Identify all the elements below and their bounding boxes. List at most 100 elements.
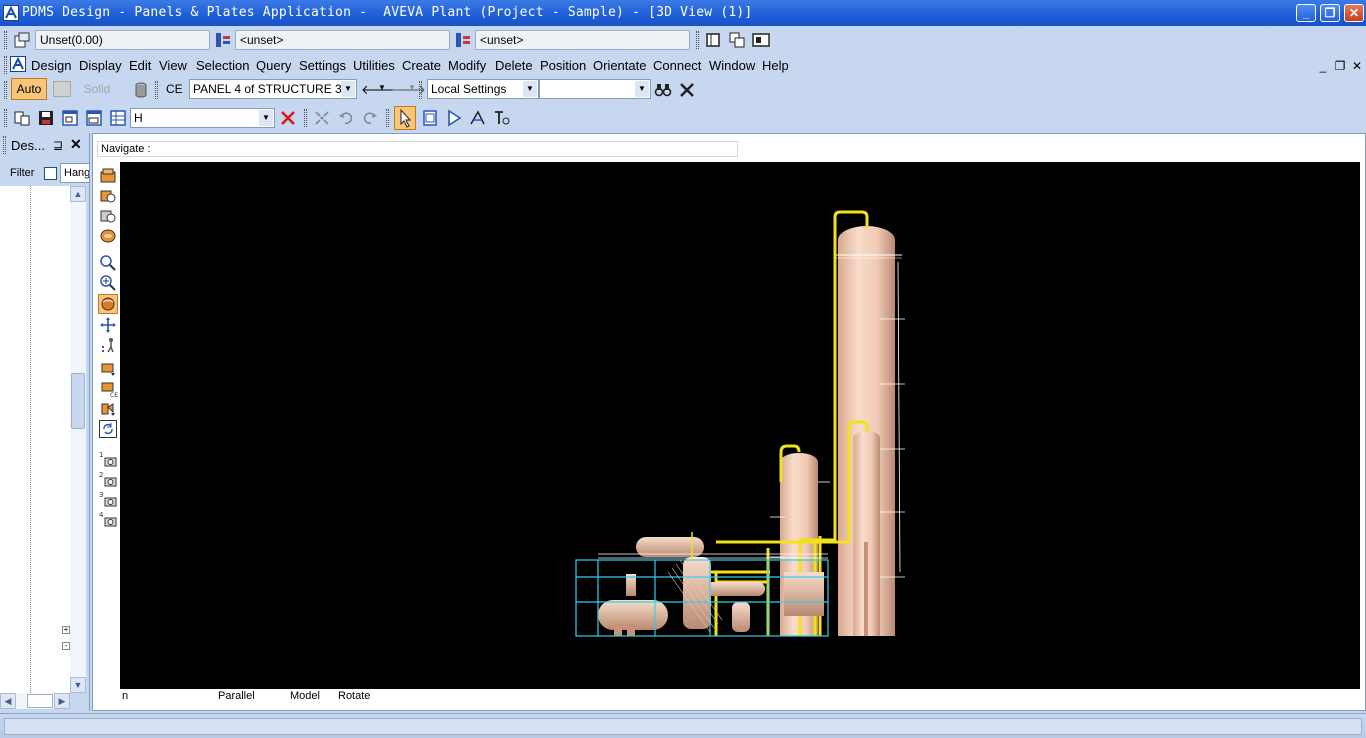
- toolbar-grip[interactable]: [419, 81, 422, 99]
- saved-view-3-icon[interactable]: 3: [98, 490, 118, 508]
- explode-icon[interactable]: [312, 108, 332, 128]
- units-icon[interactable]: [12, 30, 32, 50]
- close-button[interactable]: ✕: [1344, 4, 1364, 22]
- measure-icon[interactable]: [468, 108, 488, 128]
- tree-expand-icon[interactable]: +: [62, 626, 70, 634]
- tree-horizontal-scrollbar[interactable]: ◀ ▶: [0, 693, 70, 709]
- toolbar-grip[interactable]: [696, 31, 699, 49]
- ref-icon-2[interactable]: [453, 30, 473, 50]
- add-ce-icon[interactable]: [98, 360, 118, 378]
- menu-selection[interactable]: Selection: [196, 58, 249, 73]
- navigate-field[interactable]: Navigate :: [97, 141, 738, 157]
- mdi-close-button[interactable]: ✕: [1350, 59, 1364, 73]
- filter-checkbox[interactable]: [44, 167, 57, 180]
- scroll-thumb[interactable]: [71, 373, 85, 429]
- chevron-down-icon[interactable]: ▼: [523, 81, 537, 97]
- undo-icon[interactable]: [336, 108, 356, 128]
- window-icon[interactable]: [60, 108, 80, 128]
- scroll-left-icon[interactable]: ◀: [0, 693, 16, 709]
- restore-button[interactable]: ❐: [1320, 4, 1340, 22]
- zoom-limits-icon[interactable]: [98, 187, 118, 205]
- scroll-down-icon[interactable]: ▼: [70, 677, 86, 693]
- panel-grip[interactable]: [3, 136, 6, 154]
- local-settings-combo[interactable]: Local Settings ▼: [427, 79, 539, 99]
- window-2-icon[interactable]: [84, 108, 104, 128]
- ref-field-2[interactable]: <unset>: [475, 30, 690, 50]
- menu-display[interactable]: Display: [79, 58, 122, 73]
- view-limits-icon[interactable]: [98, 167, 118, 185]
- mdi-minimize-button[interactable]: _: [1316, 59, 1330, 73]
- clear-icon[interactable]: [677, 80, 697, 100]
- menu-window[interactable]: Window: [709, 58, 755, 73]
- menu-edit[interactable]: Edit: [129, 58, 151, 73]
- menu-orientate[interactable]: Orientate: [593, 58, 646, 73]
- minimize-button[interactable]: _: [1296, 4, 1316, 22]
- scroll-up-icon[interactable]: ▲: [70, 186, 86, 202]
- zoom-in-icon[interactable]: [98, 274, 118, 292]
- menu-create[interactable]: Create: [402, 58, 441, 73]
- menu-utilities[interactable]: Utilities: [353, 58, 395, 73]
- menu-modify[interactable]: Modify: [448, 58, 486, 73]
- chevron-down-icon[interactable]: ▼: [635, 81, 649, 97]
- tree-collapse-icon[interactable]: -: [62, 642, 70, 650]
- select-pointer-icon[interactable]: [394, 106, 416, 130]
- units-field[interactable]: Unset(0.00): [35, 30, 210, 50]
- menu-view[interactable]: View: [159, 58, 187, 73]
- save-view-icon[interactable]: [703, 30, 723, 50]
- back-dropdown-icon[interactable]: ▼: [378, 83, 386, 92]
- view-object-icon[interactable]: [98, 227, 118, 245]
- pan-icon[interactable]: [98, 316, 118, 334]
- refresh-icon[interactable]: [99, 420, 117, 438]
- hang-dropdown[interactable]: Hang: [60, 163, 90, 183]
- play-icon[interactable]: [444, 108, 464, 128]
- ref-icon[interactable]: [213, 30, 233, 50]
- chevron-down-icon[interactable]: ▼: [341, 81, 355, 97]
- toolbar-grip[interactable]: [155, 81, 158, 99]
- cylinder-icon[interactable]: [131, 80, 151, 100]
- chevron-down-icon[interactable]: ▼: [259, 110, 273, 126]
- menu-query[interactable]: Query: [256, 58, 291, 73]
- name-combo[interactable]: H ▼: [130, 108, 275, 128]
- film-icon[interactable]: [420, 108, 440, 128]
- saved-view-4-icon[interactable]: 4: [98, 510, 118, 528]
- pin-icon[interactable]: ⊒: [53, 138, 63, 152]
- menu-grip[interactable]: [4, 56, 7, 74]
- saved-view-2-icon[interactable]: 2: [98, 470, 118, 488]
- toolbar-grip[interactable]: [386, 109, 389, 127]
- remove-ce-icon[interactable]: CE: [98, 380, 118, 398]
- saved-view-1-icon[interactable]: 1: [98, 450, 118, 468]
- menu-delete[interactable]: Delete: [495, 58, 533, 73]
- menu-connect[interactable]: Connect: [653, 58, 701, 73]
- binoculars-icon[interactable]: [653, 80, 673, 100]
- color-swatch[interactable]: [53, 81, 71, 97]
- 3d-viewport[interactable]: [120, 162, 1360, 689]
- mdi-restore-button[interactable]: ❐: [1333, 59, 1347, 73]
- open-file-icon[interactable]: [12, 108, 32, 128]
- menu-settings[interactable]: Settings: [299, 58, 346, 73]
- zoom-selection-icon[interactable]: [98, 207, 118, 225]
- orbit-icon[interactable]: [98, 294, 118, 314]
- toolbar-grip[interactable]: [304, 109, 307, 127]
- save-icon[interactable]: [36, 108, 56, 128]
- copy-view-icon[interactable]: [727, 30, 747, 50]
- ref-field-1[interactable]: <unset>: [235, 30, 450, 50]
- walk-icon[interactable]: [98, 336, 118, 354]
- redo-icon[interactable]: [360, 108, 380, 128]
- delete-icon[interactable]: [278, 108, 298, 128]
- hierarchy-tree[interactable]: + -: [0, 186, 70, 693]
- solid-button[interactable]: Solid: [78, 80, 116, 98]
- hscroll-thumb[interactable]: [27, 694, 53, 708]
- menu-help[interactable]: Help: [762, 58, 789, 73]
- text-tool-icon[interactable]: [492, 108, 512, 128]
- toolbar-grip[interactable]: [4, 81, 7, 99]
- toolbar-grip[interactable]: [4, 109, 7, 127]
- forward-dropdown-icon[interactable]: ▼: [408, 83, 416, 92]
- menu-position[interactable]: Position: [540, 58, 586, 73]
- menu-design[interactable]: Design: [31, 58, 71, 73]
- colour-icon[interactable]: [98, 400, 118, 418]
- scroll-right-icon[interactable]: ▶: [54, 693, 70, 709]
- toolbar-grip[interactable]: [4, 31, 7, 49]
- tree-vertical-scrollbar[interactable]: ▲ ▼: [70, 186, 86, 693]
- app-menu-icon[interactable]: [10, 56, 26, 72]
- layout-icon[interactable]: [751, 30, 771, 50]
